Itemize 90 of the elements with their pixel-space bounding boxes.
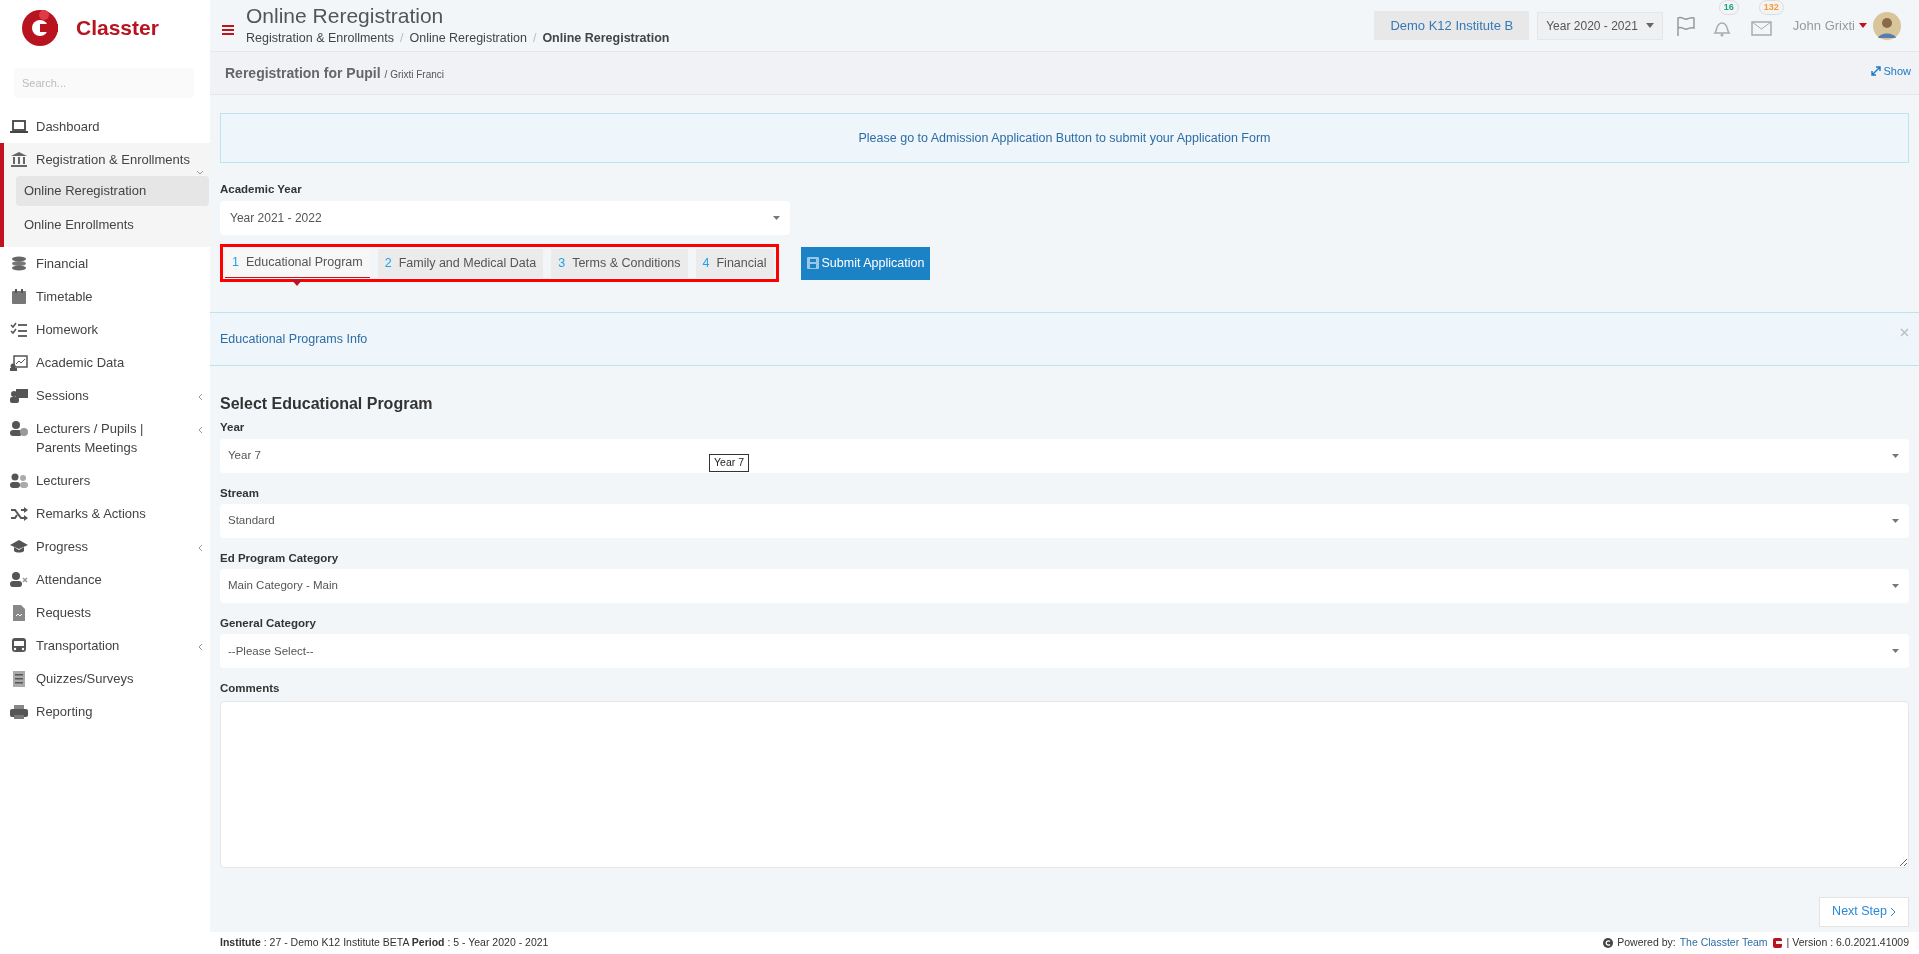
user-x-icon (10, 571, 28, 589)
field-label: Year (220, 420, 246, 436)
team-link[interactable]: The Classter Team (1679, 935, 1768, 951)
menu-icon (222, 23, 234, 36)
submit-button[interactable]: Submit Application (800, 246, 931, 280)
caret-icon (773, 216, 780, 221)
sidebar-item[interactable]: Financial (36, 254, 107, 273)
breadcrumb-separator: / (532, 30, 537, 48)
brand-name: Classter (76, 15, 159, 42)
breadcrumb[interactable]: Registration & Enrollments (246, 29, 394, 48)
version-text: | Version : 6.0.2021.41009 (1786, 935, 1909, 951)
sidebar-item[interactable]: Timetable (36, 287, 111, 306)
user-clock-icon (10, 420, 28, 438)
presenter-icon (10, 387, 28, 405)
info-panel: Educational Programs Info (210, 312, 1919, 367)
calendar-icon (10, 288, 28, 306)
year-dropdown[interactable]: Year 2020 - 2021 (1537, 11, 1663, 40)
field-label: General Category (220, 616, 317, 631)
footer-text: Powered by: (1617, 935, 1676, 951)
sidebar-item[interactable]: Requests (36, 603, 109, 622)
flag-icon (1674, 14, 1697, 37)
pointer-icon (291, 278, 304, 286)
field-label: Comments (220, 681, 281, 697)
step-tab[interactable]: 3 Terms & Conditions (551, 248, 688, 278)
pupil-name: / Grixti Franci (384, 68, 445, 82)
comments-field[interactable] (220, 700, 1909, 868)
tooltip: Year 7 (709, 454, 749, 472)
field-label: Ed Program Category (220, 550, 340, 566)
expand-icon (1871, 66, 1882, 76)
avatar (1873, 11, 1901, 40)
count-badge: 132 (1758, 0, 1784, 15)
caret-icon (1645, 23, 1654, 28)
chevron-right-icon (1890, 906, 1896, 917)
bank-icon (10, 151, 28, 169)
sidebar-item[interactable]: Dashboard (36, 117, 118, 136)
breadcrumb-separator: / (400, 30, 404, 48)
search-field[interactable]: Search... (14, 68, 194, 98)
logo-icon (20, 8, 60, 48)
sidebar-item[interactable]: Progress (36, 537, 107, 556)
sidebar-item[interactable]: Academic Data (36, 353, 143, 372)
caret-icon (1892, 453, 1899, 458)
select-field[interactable]: Main Category - Main (220, 569, 1909, 603)
sidebar-item[interactable]: Attendance (36, 570, 120, 589)
count-badge: 16 (1718, 0, 1739, 15)
list-icon (10, 670, 28, 688)
sidebar-item[interactable]: Registration & Enrollments (36, 150, 190, 169)
document-icon (10, 604, 28, 622)
save-icon (806, 257, 819, 270)
select-field[interactable]: Standard (220, 503, 1909, 538)
coins-icon (10, 255, 28, 273)
footer-info: Institute : 27 - Demo K12 Institute BETA Period : 5 - Year 2020 - 2021 (220, 935, 549, 951)
step-tab[interactable]: 2 Family and Medical Data (377, 248, 544, 278)
sidebar-item[interactable]: Reporting (36, 702, 111, 721)
caret-icon (1892, 584, 1899, 588)
sidebar-item[interactable]: Lecturers / Pupils | Parents Meetings (36, 419, 204, 457)
step-tab[interactable]: 4 Financial (695, 248, 774, 278)
sidebar-item[interactable]: Remarks & Actions (36, 504, 164, 523)
caret-icon (1892, 518, 1899, 523)
bus-icon (10, 637, 28, 655)
laptop-icon (10, 118, 28, 136)
users-icon (10, 472, 28, 490)
academic-year-select[interactable]: Year 2021 - 2022 (220, 201, 790, 236)
show-link[interactable]: Show (1871, 62, 1911, 80)
sidebar-item[interactable]: Transportation (36, 636, 138, 655)
sidebar-item[interactable]: Lecturers (36, 471, 109, 490)
select-field[interactable]: --Please Select-- (220, 634, 1909, 669)
copyright-icon (1603, 938, 1614, 948)
breadcrumb[interactable]: Online Reregistration (409, 29, 527, 48)
sidebar-item[interactable]: Sessions (36, 386, 107, 405)
sidebar-item[interactable]: Homework (36, 320, 117, 339)
printer-icon (10, 703, 28, 721)
field-label: Stream (220, 485, 260, 501)
shuffle-icon (10, 505, 28, 523)
institute-button[interactable]: Demo K12 Institute B (1374, 11, 1530, 40)
info-message: Please go to Admission Application Button to submit your Application Form (220, 113, 1909, 163)
section-heading: Reregistration for Pupil (225, 63, 381, 83)
sidebar-item[interactable]: Quizzes/Surveys (36, 669, 152, 688)
chart-icon (10, 354, 28, 372)
caret-icon (1892, 649, 1899, 654)
form-heading: Select Educational Program (220, 394, 434, 415)
field-label: Academic Year (220, 182, 303, 197)
caret-icon (1859, 23, 1867, 28)
submenu-item[interactable]: Online Enrollments (16, 209, 209, 239)
close-icon (1900, 327, 1909, 337)
checklist-icon (10, 321, 28, 339)
page-title: Online Reregistration (246, 3, 445, 30)
breadcrumb: Online Reregistration (542, 30, 670, 48)
logo-icon (1771, 937, 1783, 949)
submenu-item[interactable]: Online Reregistration (16, 176, 209, 206)
next-step-button[interactable]: Next Step (1819, 896, 1909, 927)
